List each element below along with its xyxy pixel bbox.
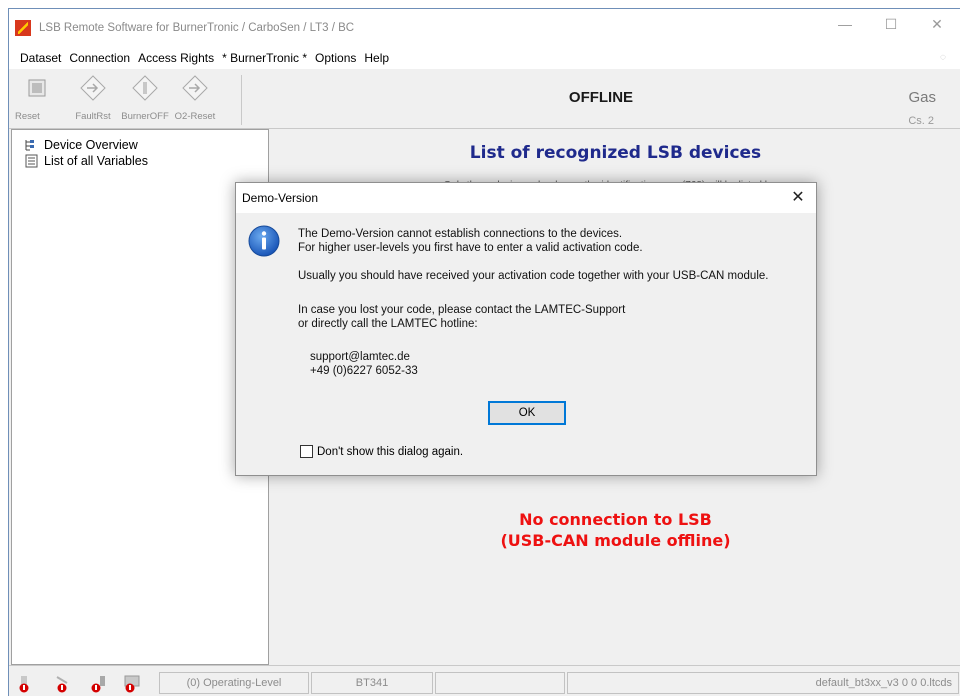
tree-item-label: Device Overview (44, 138, 138, 152)
faultrst-tool-button[interactable]: FaultRst (67, 75, 119, 122)
info-icon (248, 225, 280, 257)
device-type: BT341 (311, 672, 433, 694)
menu-dataset[interactable]: Dataset (20, 51, 61, 65)
reset-label: Reset (15, 111, 40, 122)
status-burner-icon (19, 676, 29, 693)
dialog-line-4: In case you lost your code, please conta… (298, 304, 626, 316)
curve-set: Cs. 2 (908, 115, 934, 127)
connection-status: OFFLINE (568, 89, 634, 106)
status-empty-cell (435, 672, 565, 694)
list-icon (25, 154, 38, 168)
menu-connection[interactable]: Connection (69, 51, 130, 65)
toolbar: Reset FaultRst BurnerOFF O2-Reset OFFLIN… (9, 71, 960, 129)
user-level: (0) Operating-Level (159, 672, 309, 694)
menu-options[interactable]: Options (315, 51, 356, 65)
dialog-line-1: The Demo-Version cannot establish connec… (298, 228, 623, 240)
o2reset-icon (182, 75, 208, 101)
tree-item-all-variables[interactable]: List of all Variables (24, 154, 148, 168)
burneroff-label: BurnerOFF (121, 111, 169, 122)
status-flame-icon (56, 676, 68, 693)
dialog-title-bar: Demo-Version ✕ (236, 183, 816, 213)
tree-node-icon (25, 140, 34, 151)
device-list-title: List of recognized LSB devices (469, 143, 762, 163)
status-valve-icon (91, 676, 105, 693)
maximize-button[interactable]: ☐ (868, 9, 914, 39)
dialog-line-2: For higher user-levels you first have to… (298, 242, 643, 254)
faultrst-label: FaultRst (75, 111, 111, 122)
status-fan-icon (124, 675, 140, 693)
menu-corner-icon: ◌ (940, 52, 946, 63)
app-logo-icon (15, 20, 31, 36)
dont-show-again-checkbox[interactable]: Don't show this dialog again. (300, 445, 463, 458)
reset-icon (24, 75, 50, 101)
burneroff-tool-button[interactable]: BurnerOFF (119, 75, 171, 122)
o2reset-tool-button[interactable]: O2-Reset (169, 75, 221, 122)
no-connection-line1: No connection to LSB (519, 510, 712, 529)
support-phone: +49 (0)6227 6052-33 (310, 365, 418, 377)
checkbox-box[interactable] (300, 445, 313, 458)
dialog-title: Demo-Version (242, 191, 319, 205)
demo-version-dialog: Demo-Version ✕ The Demo-Version cannot e… (235, 182, 817, 476)
window-title: LSB Remote Software for BurnerTronic / C… (39, 22, 355, 34)
no-connection-line2: (USB-CAN module offline) (500, 531, 731, 550)
status-bar: (0) Operating-Level BT341 default_bt3xx_… (9, 665, 960, 696)
window-controls: — ☐ ✕ (822, 9, 960, 39)
navigation-tree: Device Overview List of all Variables (11, 129, 269, 665)
faultrst-icon (80, 75, 106, 101)
menu-help[interactable]: Help (364, 51, 389, 65)
menu-burnertronic[interactable]: * BurnerTronic * (222, 51, 307, 65)
no-connection-message: No connection to LSB (USB-CAN module off… (271, 509, 960, 551)
reset-tool-button[interactable]: Reset (11, 75, 63, 122)
minimize-button[interactable]: — (822, 9, 868, 39)
tree-item-label: List of all Variables (44, 154, 148, 168)
support-email: support@lamtec.de (310, 351, 410, 363)
title-bar: LSB Remote Software for BurnerTronic / C… (9, 9, 960, 47)
tree-item-device-overview[interactable]: Device Overview (24, 138, 138, 152)
menu-access-rights[interactable]: Access Rights (138, 51, 214, 65)
dialog-close-button[interactable]: ✕ (788, 188, 808, 208)
burneroff-icon (132, 75, 158, 101)
checkbox-label: Don't show this dialog again. (317, 445, 464, 458)
o2reset-label: O2-Reset (174, 111, 216, 122)
close-button[interactable]: ✕ (914, 9, 960, 39)
ok-button[interactable]: OK (488, 401, 566, 425)
dataset-file: default_bt3xx_v3 0 0 0.ltcds (567, 672, 959, 694)
fuel-type: Gas (908, 89, 936, 106)
menu-bar: Dataset Connection Access Rights * Burne… (9, 47, 960, 69)
status-panel: OFFLINE Gas Cs. 2 (241, 75, 960, 127)
dialog-line-3: Usually you should have received your ac… (298, 270, 769, 282)
dialog-line-5: or directly call the LAMTEC hotline: (298, 318, 478, 330)
